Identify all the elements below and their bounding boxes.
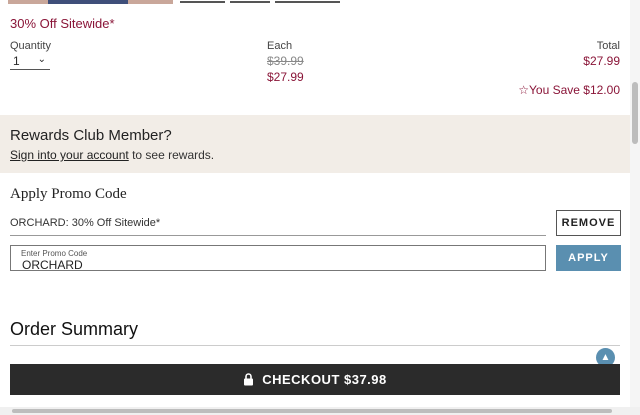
remove-promo-button[interactable]: REMOVE: [556, 210, 621, 236]
chevron-down-icon: ⌄: [37, 54, 46, 65]
you-save-text: You Save $12.00: [529, 83, 620, 97]
quantity-label: Quantity: [10, 40, 51, 52]
applied-promo: ORCHARD: 30% Off Sitewide*: [10, 217, 161, 229]
sale-price: $27.99: [267, 70, 304, 84]
quantity-value: 1: [13, 54, 20, 68]
rewards-title: Rewards Club Member?: [10, 127, 172, 144]
divider: [10, 345, 620, 346]
divider: [10, 235, 546, 236]
total-label: Total: [596, 40, 620, 52]
star-icon: ☆: [518, 83, 530, 97]
promo-banner: 30% Off Sitewide*: [10, 16, 115, 31]
promo-input-label: Enter Promo Code: [21, 249, 88, 258]
promo-code-input[interactable]: Enter Promo Code ORCHARD: [10, 245, 546, 272]
rewards-suffix: to see rewards.: [128, 148, 215, 162]
vertical-scrollbar[interactable]: [630, 0, 640, 415]
rewards-panel: Rewards Club Member? Sign into your acco…: [0, 115, 630, 173]
each-label: Each: [267, 40, 293, 52]
promo-input-value: ORCHARD: [22, 258, 83, 272]
rewards-signin-line: Sign into your account to see rewards.: [10, 148, 214, 162]
scrollbar-thumb[interactable]: [12, 409, 612, 413]
checkout-label: CHECKOUT $37.98: [262, 372, 387, 387]
promo-heading: Apply Promo Code: [10, 186, 127, 202]
lock-icon: [243, 373, 254, 386]
original-price: $39.99: [267, 54, 304, 68]
order-summary-title: Order Summary: [10, 319, 139, 339]
checkout-button[interactable]: CHECKOUT $37.98: [10, 364, 620, 395]
chevron-up-icon: ▲: [600, 352, 611, 363]
signin-link[interactable]: Sign into your account: [10, 148, 129, 162]
quantity-select[interactable]: 1 ⌄: [10, 54, 50, 70]
scrollbar-thumb[interactable]: [632, 82, 638, 144]
product-thumbnail: [8, 0, 173, 4]
horizontal-scrollbar[interactable]: [0, 407, 640, 415]
apply-promo-button[interactable]: APPLY: [556, 245, 621, 271]
you-save: ☆You Save $12.00: [518, 83, 620, 97]
total-price: $27.99: [583, 54, 620, 68]
size-option[interactable]: [230, 0, 270, 3]
size-option[interactable]: [275, 0, 340, 3]
size-option[interactable]: [180, 0, 225, 3]
